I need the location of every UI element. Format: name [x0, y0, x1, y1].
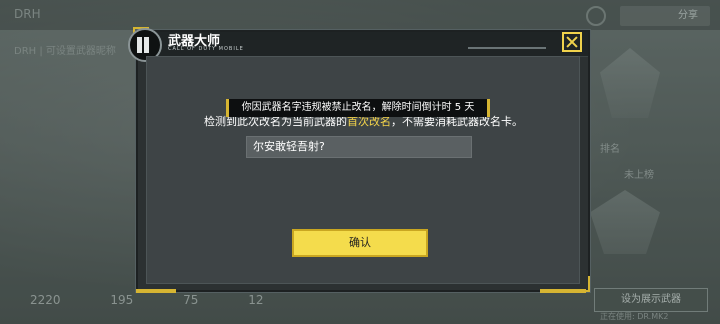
close-icon[interactable]: [562, 32, 582, 52]
ban-toast: 你因武器名字违规被禁止改名，解除时间倒计时 5 天: [226, 99, 490, 117]
accent-strip: [540, 289, 586, 293]
dialog-tagline: CALL OF DUTY MOBILE: [168, 46, 244, 52]
accent-strip: [136, 289, 176, 293]
header-divider: [468, 47, 546, 49]
weapon-name-input[interactable]: 尔安敢轻吾射?: [246, 136, 472, 158]
confirm-button[interactable]: 确认: [292, 229, 428, 257]
